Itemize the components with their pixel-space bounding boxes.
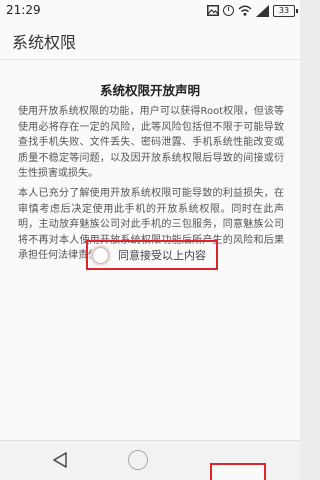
status-bar: 21:29 33 [0,0,300,20]
status-time: 21:29 [6,3,41,17]
home-icon[interactable] [128,450,148,470]
battery-icon: 33 [273,4,298,17]
wifi-icon [238,5,252,16]
signal-icon [256,4,269,17]
page-title: 系统权限 [12,33,77,52]
back-icon[interactable] [52,451,68,469]
navigation-bar [0,440,300,480]
status-icons: 33 [207,4,298,17]
declaration-title: 系统权限开放声明 [99,83,200,98]
agree-checkbox-row[interactable]: 同意接受以上内容 [92,245,206,265]
declaration-card: 系统权限开放声明 使用开放系统权限的功能，用户可以获得Root权限，但该等使用必… [0,60,300,440]
radio-unchecked-icon[interactable] [92,246,109,264]
image-icon [207,5,219,16]
next-button[interactable] [210,463,266,480]
clock-icon [223,5,234,16]
app-bar: 系统权限 [0,20,300,60]
agree-label[interactable]: 同意接受以上内容 [118,247,206,263]
declaration-paragraph-1: 使用开放系统权限的功能，用户可以获得Root权限，但该等使用必将存在一定的风险，… [18,106,284,179]
